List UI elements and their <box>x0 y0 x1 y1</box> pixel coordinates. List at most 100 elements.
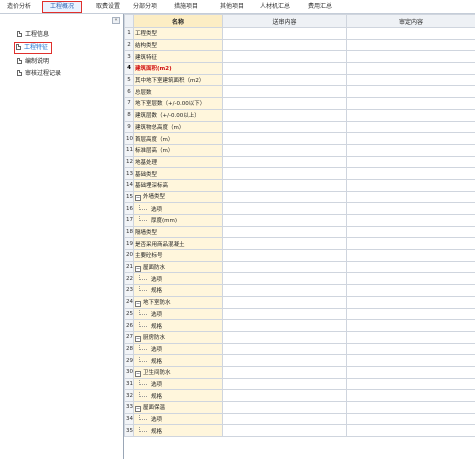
submitted-cell[interactable] <box>222 202 347 215</box>
approved-cell[interactable] <box>346 85 475 99</box>
approved-cell[interactable] <box>346 330 475 344</box>
col-header-name[interactable]: 名称 <box>133 14 223 28</box>
row-name-cell[interactable]: 标准层高（m） <box>133 143 223 157</box>
row-name-cell[interactable]: 结构类型 <box>133 38 223 52</box>
table-row[interactable]: 10 首层高度（m） <box>124 132 475 145</box>
approved-cell[interactable] <box>346 365 475 379</box>
table-row[interactable]: 16 选项 <box>124 202 475 215</box>
table-row[interactable]: 24− 地下室防水 <box>124 295 475 309</box>
approved-cell[interactable] <box>346 132 475 145</box>
submitted-cell[interactable] <box>222 190 347 204</box>
row-name-cell[interactable]: 选项 <box>133 412 223 426</box>
approved-cell[interactable] <box>346 73 475 87</box>
table-row[interactable]: 14 基础埋深标高 <box>124 178 475 192</box>
row-name-cell[interactable]: 选项 <box>133 202 223 215</box>
table-row[interactable]: 25 选项 <box>124 307 475 321</box>
approved-cell[interactable] <box>346 143 475 157</box>
table-row[interactable]: 5 其中地下室建筑面积（m2） <box>124 73 475 87</box>
row-name-cell[interactable]: 规格 <box>133 389 223 402</box>
minus-box-icon[interactable]: − <box>135 195 141 202</box>
row-name-cell[interactable]: − 屋面保温 <box>133 401 223 414</box>
table-row[interactable]: 18 隔墙类型 <box>124 225 475 239</box>
col-header-submitted[interactable]: 送审内容 <box>222 14 347 28</box>
submitted-cell[interactable] <box>222 225 347 239</box>
row-name-cell[interactable]: 基础类型 <box>133 167 223 180</box>
row-name-cell[interactable]: 规格 <box>133 354 223 367</box>
row-name-cell[interactable]: 选项 <box>133 342 223 356</box>
table-row[interactable]: 17 厚度(mm) <box>124 214 475 227</box>
tab-4[interactable]: 措施项目 <box>166 1 206 13</box>
submitted-cell[interactable] <box>222 424 347 438</box>
table-row[interactable]: 3 建筑特征 <box>124 50 475 64</box>
submitted-cell[interactable] <box>222 50 347 64</box>
row-name-cell[interactable]: 隔墙类型 <box>133 225 223 239</box>
tab-2[interactable]: 取费设置 <box>88 1 128 13</box>
approved-cell[interactable] <box>346 190 475 204</box>
row-name-cell[interactable]: 规格 <box>133 424 223 438</box>
row-name-cell[interactable]: 选项 <box>133 377 223 391</box>
table-row[interactable]: 31 选项 <box>124 377 475 391</box>
row-name-cell[interactable]: 首层高度（m） <box>133 132 223 145</box>
table-row[interactable]: 2 结构类型 <box>124 38 475 52</box>
approved-cell[interactable] <box>346 167 475 180</box>
approved-cell[interactable] <box>346 108 475 122</box>
row-name-cell[interactable]: 选项 <box>133 307 223 321</box>
submitted-cell[interactable] <box>222 85 347 99</box>
approved-cell[interactable] <box>346 237 475 251</box>
tree-item-3[interactable]: 审核过程记录 <box>17 69 61 78</box>
submitted-cell[interactable] <box>222 62 347 75</box>
tab-7[interactable]: 费用汇总 <box>300 1 340 13</box>
approved-cell[interactable] <box>346 307 475 321</box>
approved-cell[interactable] <box>346 401 475 414</box>
submitted-cell[interactable] <box>222 97 347 110</box>
approved-cell[interactable] <box>346 342 475 356</box>
table-row[interactable]: 28 选项 <box>124 342 475 356</box>
row-name-cell[interactable]: − 屋面防水 <box>133 260 223 274</box>
submitted-cell[interactable] <box>222 249 347 262</box>
row-name-cell[interactable]: 规格 <box>133 319 223 332</box>
tab-1[interactable]: 工程概况 <box>42 1 82 13</box>
table-row[interactable]: 35 规格 <box>124 424 475 438</box>
submitted-cell[interactable] <box>222 38 347 52</box>
minus-box-icon[interactable]: − <box>135 265 141 272</box>
minus-box-icon[interactable]: − <box>135 405 141 412</box>
submitted-cell[interactable] <box>222 178 347 192</box>
approved-cell[interactable] <box>346 214 475 227</box>
approved-cell[interactable] <box>346 155 475 169</box>
row-name-cell[interactable]: 其中地下室建筑面积（m2） <box>133 73 223 87</box>
submitted-cell[interactable] <box>222 412 347 426</box>
submitted-cell[interactable] <box>222 214 347 227</box>
approved-cell[interactable] <box>346 319 475 332</box>
approved-cell[interactable] <box>346 62 475 75</box>
table-row[interactable]: 15− 外墙类型 <box>124 190 475 204</box>
row-name-cell[interactable]: 建筑面积(m2) <box>133 62 223 75</box>
tree-item-2[interactable]: 编制说明 <box>17 57 49 66</box>
row-name-cell[interactable]: 地基处理 <box>133 155 223 169</box>
minus-box-icon[interactable]: − <box>135 335 141 342</box>
collapse-left-icon[interactable]: « <box>112 17 120 24</box>
table-row[interactable]: 4 建筑面积(m2) <box>124 62 475 75</box>
table-row[interactable]: 8 建筑层数（+/-0.00以上） <box>124 108 475 122</box>
table-row[interactable]: 6 总层数 <box>124 85 475 99</box>
row-name-cell[interactable]: 厚度(mm) <box>133 214 223 227</box>
row-name-cell[interactable]: 主要砼标号 <box>133 249 223 262</box>
approved-cell[interactable] <box>346 249 475 262</box>
row-name-cell[interactable]: 总层数 <box>133 85 223 99</box>
approved-cell[interactable] <box>346 120 475 134</box>
approved-cell[interactable] <box>346 295 475 309</box>
row-name-cell[interactable]: 基础埋深标高 <box>133 178 223 192</box>
submitted-cell[interactable] <box>222 237 347 251</box>
submitted-cell[interactable] <box>222 272 347 286</box>
col-header-approved[interactable]: 审定内容 <box>346 14 475 28</box>
tree-item-0[interactable]: 工程信息 <box>17 30 49 39</box>
tab-5[interactable]: 其他项目 <box>212 1 252 13</box>
submitted-cell[interactable] <box>222 143 347 157</box>
table-row[interactable]: 23 规格 <box>124 284 475 297</box>
approved-cell[interactable] <box>346 97 475 110</box>
row-name-cell[interactable]: 是否采用商品混凝土 <box>133 237 223 251</box>
submitted-cell[interactable] <box>222 155 347 169</box>
table-row[interactable]: 27− 厨房防水 <box>124 330 475 344</box>
tree-item-1[interactable]: 工程特征 <box>14 42 53 54</box>
row-name-cell[interactable]: − 地下室防水 <box>133 295 223 309</box>
approved-cell[interactable] <box>346 38 475 52</box>
